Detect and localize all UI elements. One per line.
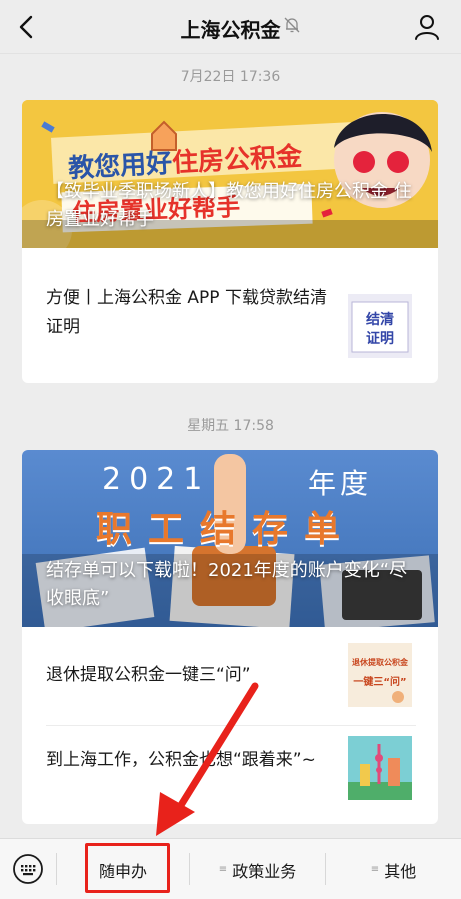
annotation-arrow-shaft (174, 682, 259, 814)
annotation-overlay (156, 682, 259, 836)
annotation-highlight-box (85, 843, 170, 893)
